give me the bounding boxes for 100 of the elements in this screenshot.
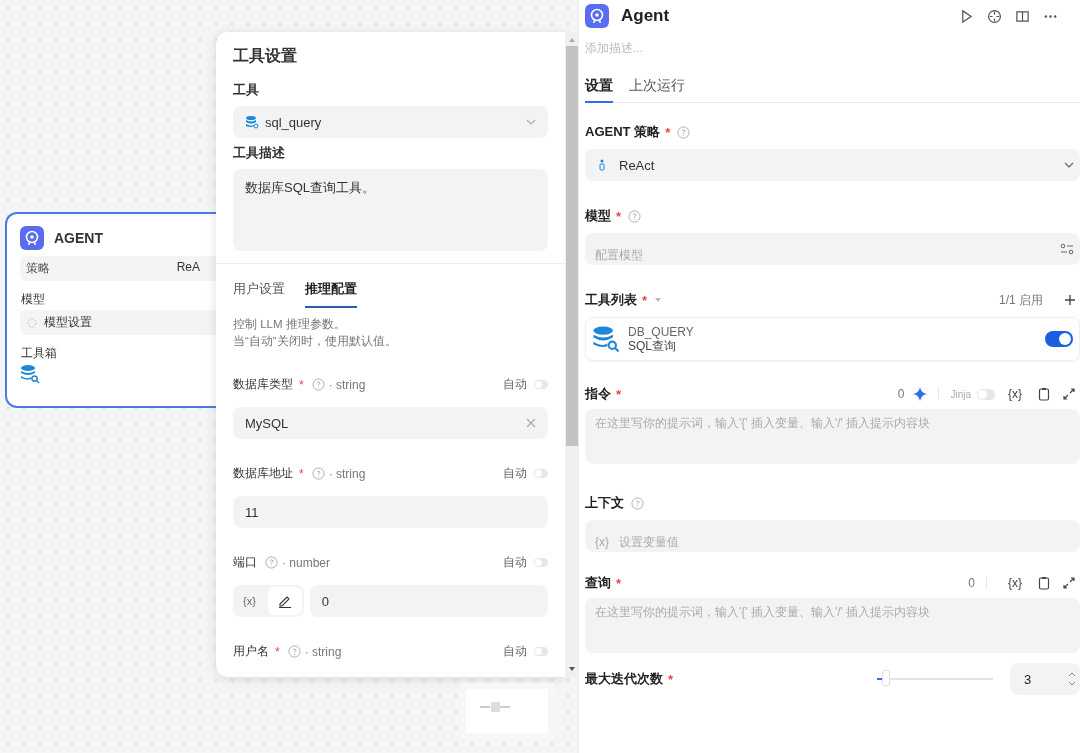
clear-icon[interactable] [526, 418, 536, 428]
pencil-icon [277, 594, 292, 608]
tool-name: DB_QUERY [628, 325, 695, 339]
help-icon [265, 556, 278, 569]
max-iterations-label: 最大迭代次数 [585, 670, 663, 688]
param-input[interactable]: 0 [309, 585, 548, 617]
popup-title: 工具设置 [233, 46, 298, 66]
database-search-icon [592, 325, 620, 353]
auto-toggle[interactable] [534, 647, 548, 656]
param-input[interactable]: 11 [233, 496, 548, 528]
panel-tab[interactable]: 设置 [585, 77, 613, 103]
jinja-toggle[interactable] [977, 388, 995, 400]
param-type: · string [328, 466, 367, 481]
add-icon[interactable] [1064, 294, 1076, 306]
variable-toggle[interactable]: {x} [235, 595, 264, 607]
required-mark: * [299, 466, 304, 481]
scrollbar[interactable] [565, 32, 578, 677]
auto-toggle[interactable] [534, 469, 548, 478]
strategy-select[interactable]: ReAct [585, 149, 1080, 181]
required-mark: * [642, 292, 648, 308]
description-field[interactable]: 数据库SQL查询工具。 [233, 169, 548, 251]
tool-card[interactable]: DB_QUERY SQL查询 [585, 317, 1080, 361]
query-field[interactable]: 在这里写你的提示词，输入'{' 插入变量、输入'/' 插入提示内容块 [585, 598, 1080, 653]
instruction-field[interactable]: 在这里写你的提示词，输入'{' 插入变量、输入'/' 插入提示内容块 [585, 409, 1080, 464]
model-label: 模型 [585, 207, 611, 225]
param-type: · number [282, 555, 332, 570]
required-mark: * [616, 208, 622, 224]
auto-label: 自动 [503, 643, 527, 660]
database-search-icon [20, 364, 40, 384]
char-count: 0 [968, 576, 975, 590]
variable-button[interactable]: {x} [1008, 387, 1022, 401]
book-icon[interactable] [1015, 8, 1030, 24]
strategy-label: 策略 [26, 260, 50, 277]
param-input[interactable]: MySQL [233, 407, 548, 439]
auto-toggle[interactable] [534, 558, 548, 567]
required-mark: * [616, 386, 622, 402]
auto-toggle[interactable] [534, 380, 548, 389]
context-label: 上下文 [585, 494, 624, 512]
instruction-label: 指令 [585, 385, 611, 403]
panel-tab[interactable]: 上次运行 [629, 77, 685, 103]
required-mark: * [299, 377, 304, 392]
settings-tab[interactable]: 推理配置 [305, 280, 357, 308]
database-icon [245, 115, 259, 129]
param-type: · string [304, 644, 343, 659]
run-icon[interactable] [959, 8, 974, 24]
tool-toggle[interactable] [1045, 331, 1073, 347]
param-name: 端口 [233, 554, 257, 571]
enabled-count: 1/1 启用 [999, 291, 1043, 309]
required-mark: * [616, 575, 622, 591]
sliders-icon[interactable] [1060, 242, 1074, 256]
jinja-label: Jinja [950, 388, 971, 400]
strategy-label: AGENT 策略 [585, 123, 661, 141]
param-name: 数据库类型 [233, 376, 293, 393]
stepper-icon[interactable] [1068, 672, 1076, 686]
agent-icon [20, 226, 44, 250]
panel-title: Agent [621, 6, 671, 26]
param-name: 用户名 [233, 643, 269, 660]
required-mark: * [275, 644, 280, 659]
query-label: 查询 [585, 574, 611, 592]
auto-label: 自动 [503, 554, 527, 571]
param-type: · string [328, 377, 367, 392]
strategy-value: ReA [176, 260, 200, 276]
required-mark: * [668, 671, 674, 687]
model-value: 模型设置 [44, 314, 92, 331]
description-label: 工具描述 [233, 144, 286, 162]
variable-button[interactable]: {x} [1008, 576, 1022, 590]
iterations-input[interactable]: 3 [1010, 663, 1080, 695]
slider-thumb[interactable] [881, 670, 890, 686]
model-icon [26, 316, 38, 329]
sparkle-icon[interactable] [913, 387, 928, 401]
hint-text: 控制 LLM 推理参数。 当“自动”关闭时，使用默认值。 [232, 317, 398, 349]
help-icon [631, 496, 644, 510]
clipboard-icon[interactable] [1037, 387, 1051, 401]
settings-tab[interactable]: 用户设置 [233, 280, 285, 308]
chevron-down-icon [1064, 162, 1074, 168]
required-mark: * [665, 124, 671, 140]
help-icon [311, 467, 325, 480]
chevron-down-icon [526, 119, 536, 125]
context-placeholder: 设置变量值 [619, 533, 680, 551]
clipboard-icon[interactable] [1037, 576, 1051, 590]
auto-label: 自动 [503, 465, 527, 482]
agent-icon [585, 4, 609, 28]
expand-icon[interactable] [1062, 576, 1076, 590]
char-count: 0 [897, 387, 905, 401]
tool-select[interactable]: sql_query [233, 106, 548, 138]
auto-label: 自动 [503, 376, 527, 393]
help-icon [628, 209, 642, 223]
model-label: 模型 [21, 291, 46, 308]
node-title: AGENT [54, 230, 103, 246]
param-name: 数据库地址 [233, 465, 293, 482]
scroll-down-icon[interactable] [567, 666, 576, 672]
help-icon [287, 645, 301, 658]
toolbox-label: 工具箱 [21, 345, 58, 362]
expand-icon[interactable] [1062, 387, 1076, 401]
crosshair-icon[interactable] [987, 8, 1002, 24]
help-icon [677, 125, 691, 139]
edit-mode-button[interactable] [267, 587, 302, 615]
help-icon [311, 378, 325, 391]
variable-icon: {x} [595, 535, 609, 549]
tool-label: 工具 [233, 81, 260, 99]
